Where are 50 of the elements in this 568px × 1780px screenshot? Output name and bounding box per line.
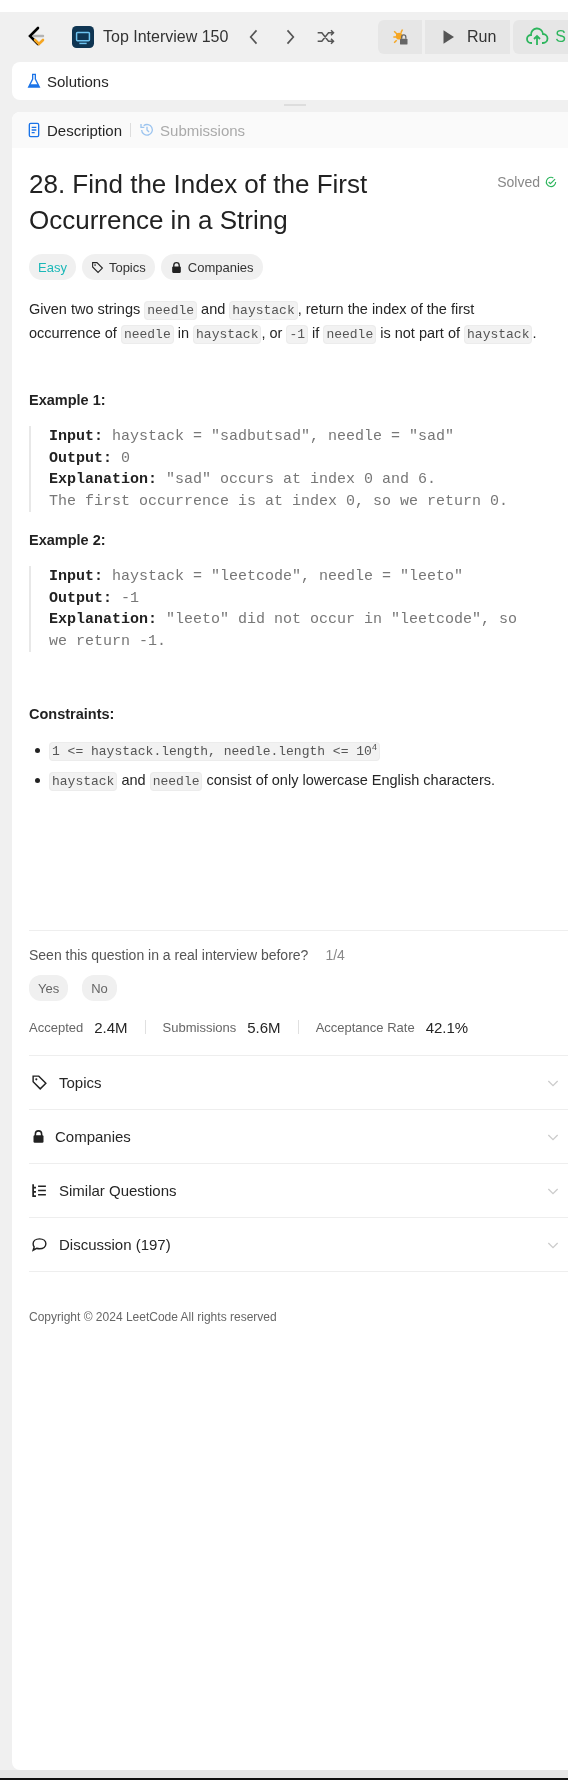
- example-line: Explanation: "leeto" did not occur in "leetcode", so we return -1.: [49, 610, 519, 652]
- lock-icon: [169, 260, 183, 274]
- answer-button[interactable]: No: [82, 975, 117, 1001]
- flask-icon: [26, 73, 42, 89]
- example-line: Explanation: "sad" occurs at index 0 and 6.: [49, 470, 438, 490]
- accordion-row[interactable]: Discussion (197): [29, 1218, 568, 1272]
- solutions-tab[interactable]: Solutions: [26, 72, 109, 90]
- history-icon: [139, 122, 156, 138]
- problem-list-title[interactable]: Top Interview 150: [103, 28, 229, 46]
- debug-button[interactable]: [377, 20, 422, 54]
- solved-status: Solved: [497, 174, 540, 190]
- tag-icon: [31, 1074, 48, 1091]
- document-icon: [26, 122, 42, 138]
- tab[interactable]: Description: [26, 117, 123, 143]
- lock-icon: [31, 1129, 46, 1144]
- example-line: Output: 0: [49, 448, 132, 469]
- stat-label: Accepted: [29, 1019, 84, 1035]
- accordion-row[interactable]: Similar Questions: [29, 1164, 568, 1218]
- accordion-row[interactable]: Companies: [29, 1110, 568, 1164]
- tag-icon: [90, 260, 104, 274]
- tag-chip[interactable]: Companies: [160, 254, 263, 280]
- stat-value: 5.6M: [247, 1018, 281, 1036]
- interview-count: 1/4: [325, 947, 345, 963]
- answer-button[interactable]: Yes: [29, 975, 69, 1001]
- example-line: Input: haystack = "leetcode", needle = "leeto": [49, 567, 465, 587]
- constraints-heading: Constraints:: [29, 706, 116, 722]
- difficulty-tag: Easy: [29, 254, 76, 280]
- study-plan-icon: [72, 26, 94, 48]
- stat-label: Submissions: [162, 1019, 237, 1035]
- shuffle-icon[interactable]: [316, 27, 337, 47]
- check-circle-icon: [544, 175, 558, 189]
- stat-value: 2.4M: [94, 1018, 128, 1036]
- chat-icon: [31, 1236, 48, 1253]
- stat-label: Acceptance Rate: [315, 1019, 415, 1035]
- accordion-row[interactable]: Topics: [29, 1056, 568, 1110]
- run-button[interactable]: Run: [424, 20, 511, 54]
- example-line: Input: haystack = "sadbutsad", needle = "sad": [49, 427, 456, 447]
- tag-chip[interactable]: Topics: [81, 254, 155, 280]
- constraint-text: haystack and needle consist of only lowercase English characters.: [49, 772, 496, 789]
- problem-title: 28. Find the Index of the First Occurrence in a String: [29, 168, 369, 237]
- example-line: Output: -1: [49, 588, 141, 609]
- example-heading: Example 2:: [29, 532, 107, 548]
- example-heading: Example 1:: [29, 392, 107, 408]
- list-icon: [31, 1182, 48, 1199]
- copyright-text: Copyright © 2024 LeetCode All rights reserved: [29, 1310, 278, 1324]
- constraint-text: 1 <= haystack.length, needle.length <= 10$^{4}$: [49, 742, 381, 759]
- interview-question: Seen this question in a real interview before?: [29, 947, 309, 963]
- stat-value: 42.1%: [425, 1018, 469, 1036]
- problem-description: Given two strings needle and haystack , return the index of the first occurrence of needle in haystack , or -1 if needle is not part of haystack .: [29, 300, 538, 346]
- example-line: The first occurrence is at index 0, so we return 0.: [49, 491, 510, 512]
